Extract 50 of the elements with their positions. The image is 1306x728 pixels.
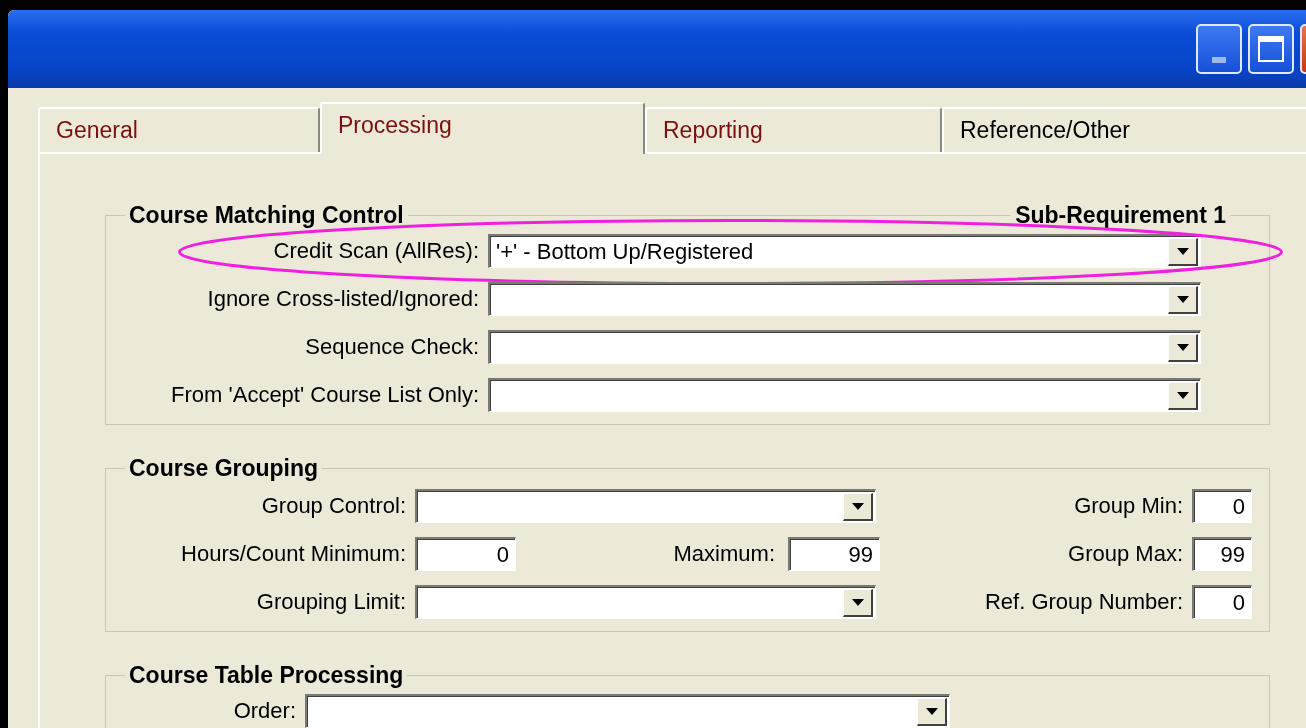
dropdown-button[interactable] <box>1168 285 1198 314</box>
group-title: Course Matching Control <box>128 203 405 227</box>
dropdown-button[interactable] <box>1168 237 1198 266</box>
tab[interactable]: General <box>38 107 320 152</box>
field-label: Ref. Group Number: <box>984 589 1183 615</box>
number-field[interactable]: 99 <box>788 537 880 571</box>
maximize-button[interactable] <box>1248 24 1294 74</box>
group-subtitle: Sub-Requirement 1 <box>1014 203 1227 227</box>
field-label: Hours/Count Minimum: <box>180 541 406 567</box>
caret-icon <box>1176 391 1189 399</box>
dropdown-field[interactable] <box>488 378 1201 412</box>
number-field[interactable]: 99 <box>1192 537 1252 571</box>
dropdown-field[interactable] <box>488 330 1201 364</box>
minimize-icon <box>1212 57 1226 63</box>
field-label: Ignore Cross-listed/Ignored: <box>206 286 479 312</box>
dropdown-button[interactable] <box>1168 333 1198 362</box>
group-title: Course Grouping <box>128 456 320 480</box>
dropdown-field[interactable] <box>305 694 950 728</box>
minimize-button[interactable] <box>1196 24 1242 74</box>
number-field[interactable]: 0 <box>415 537 516 571</box>
dropdown-button[interactable] <box>843 492 873 521</box>
maximize-icon <box>1258 36 1284 62</box>
field-label: Maximum: <box>673 541 775 567</box>
field-label: Grouping Limit: <box>255 589 406 615</box>
caret-icon <box>1176 247 1189 255</box>
field-label: Sequence Check: <box>304 334 479 360</box>
dropdown-field[interactable] <box>488 282 1201 316</box>
caret-icon <box>1176 295 1189 303</box>
field-label: From 'Accept' Course List Only: <box>170 382 479 408</box>
group-title: Course Table Processing <box>128 663 405 687</box>
caret-icon <box>851 598 864 606</box>
dropdown-button[interactable] <box>1168 381 1198 410</box>
number-field[interactable]: 0 <box>1192 585 1252 619</box>
dropdown-button[interactable] <box>843 588 873 617</box>
dropdown-field[interactable] <box>415 585 876 619</box>
dropdown-field[interactable]: '+' - Bottom Up/Registered <box>488 234 1201 268</box>
tab[interactable]: Reference/Other <box>942 107 1306 152</box>
caret-icon <box>851 502 864 510</box>
field-label: Order: <box>232 698 296 724</box>
caret-icon <box>1176 343 1189 351</box>
dropdown-field[interactable] <box>415 489 876 523</box>
field-label: Group Max: <box>1068 541 1183 567</box>
field-label: Group Control: <box>260 493 406 519</box>
caret-icon <box>925 707 938 715</box>
field-label: Group Min: <box>1074 493 1183 519</box>
field-label: Credit Scan (AllRes): <box>272 238 479 264</box>
tab[interactable]: Reporting <box>645 107 942 152</box>
tab[interactable]: Processing <box>320 102 645 154</box>
number-field[interactable]: 0 <box>1192 489 1252 523</box>
dropdown-button[interactable] <box>917 697 947 726</box>
